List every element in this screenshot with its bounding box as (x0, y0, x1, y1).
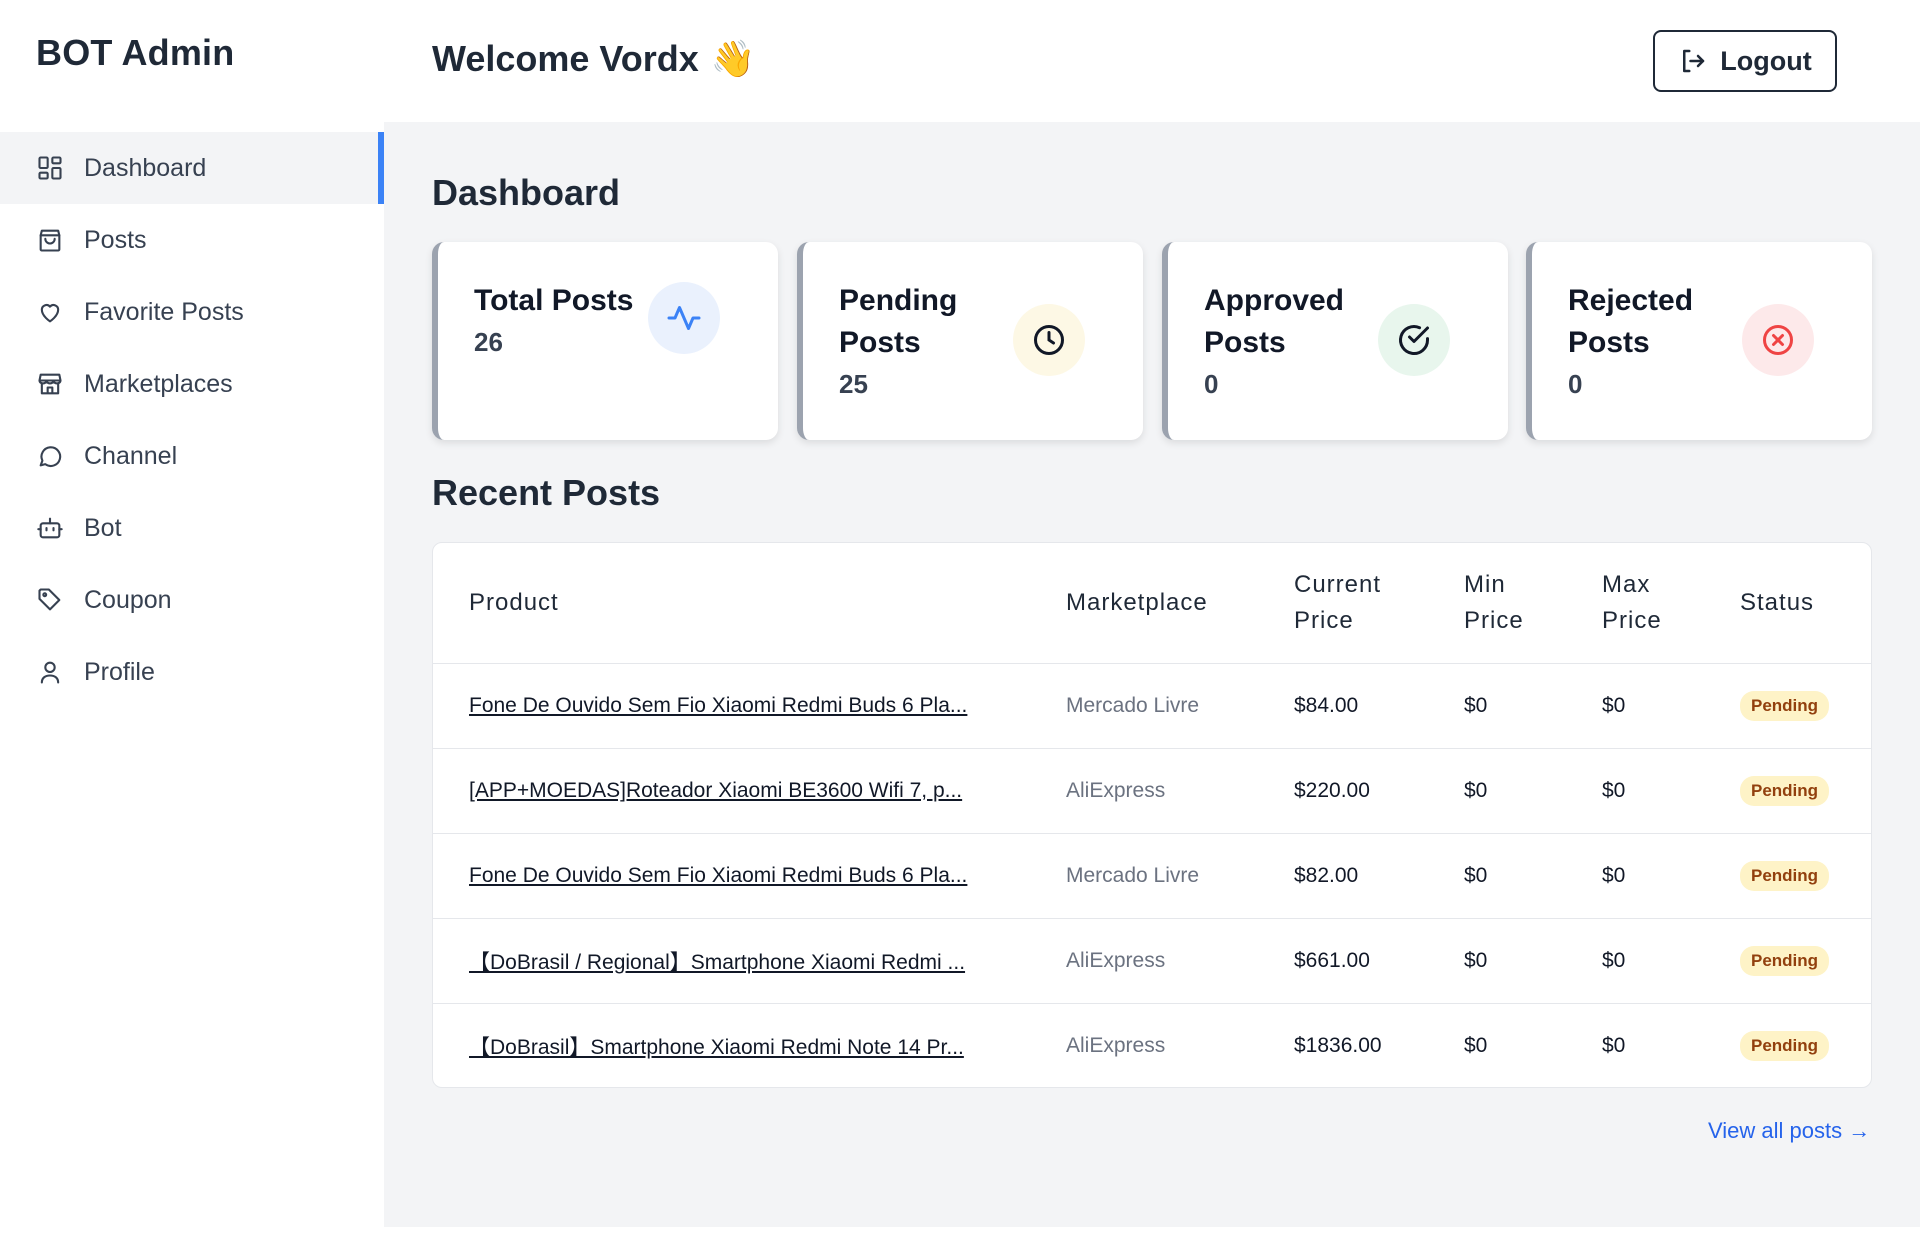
view-all-posts-link[interactable]: View all posts → (1708, 1118, 1870, 1144)
main-content: Dashboard Total Posts 26 Pending Posts 2… (384, 122, 1920, 1227)
sidebar-item-dashboard[interactable]: Dashboard (0, 132, 384, 204)
shopping-bag-icon (36, 226, 64, 254)
user-icon (36, 658, 64, 686)
clock-icon (1013, 304, 1085, 376)
store-icon (36, 370, 64, 398)
table-row: 【DoBrasil / Regional】Smartphone Xiaomi R… (433, 918, 1871, 1004)
current-price-cell: $220.00 (1258, 748, 1428, 834)
table-row: Fone De Ouvido Sem Fio Xiaomi Redmi Buds… (433, 663, 1871, 749)
brand-title: BOT Admin (36, 32, 235, 73)
sidebar-item-label: Posts (84, 225, 147, 254)
stat-card-total-posts: Total Posts 26 (432, 242, 778, 440)
marketplace-cell: Mercado Livre (1030, 663, 1258, 749)
welcome-text: Welcome Vordx (432, 38, 699, 79)
heart-icon (36, 298, 64, 326)
max-price-cell: $0 (1566, 918, 1704, 1004)
stat-card-value: 26 (474, 327, 503, 357)
sidebar-item-label: Favorite Posts (84, 297, 244, 326)
max-price-cell: $0 (1566, 748, 1704, 834)
column-header-marketplace: Marketplace (1030, 543, 1258, 664)
logout-icon (1683, 49, 1705, 73)
status-badge: Pending (1740, 1030, 1830, 1061)
table-header-row: Product Marketplace Current Price Min Pr… (433, 543, 1871, 664)
max-price-cell: $0 (1602, 1033, 1626, 1057)
stat-card-title: Pending Posts (839, 284, 958, 359)
current-price-cell: $1836.00 (1294, 1033, 1382, 1057)
min-price-cell: $0 (1464, 1033, 1488, 1057)
sidebar-item-label: Coupon (84, 585, 172, 614)
status-badge: Pending (1740, 690, 1830, 721)
sidebar-item-label: Bot (84, 513, 122, 542)
check-circle-icon (1378, 304, 1450, 376)
product-link[interactable]: 【DoBrasil】Smartphone Xiaomi Redmi Note 1… (469, 1031, 1030, 1061)
sidebar-nav: Dashboard Posts Favorite Posts Marketpla… (0, 132, 384, 708)
stat-card-approved-posts: Approved Posts 0 (1162, 242, 1508, 440)
current-price-cell: $82.00 (1258, 833, 1428, 919)
sidebar-item-posts[interactable]: Posts (0, 204, 384, 276)
stat-card-value: 0 (1568, 369, 1583, 399)
welcome-heading: Welcome Vordx 👋 (432, 38, 756, 80)
status-badge: Pending (1740, 860, 1830, 891)
status-badge: Pending (1740, 945, 1830, 976)
column-header-status: Status (1704, 543, 1871, 664)
dashboard-icon (36, 154, 64, 182)
sidebar: BOT Admin Dashboard Posts Favorite Posts… (0, 0, 384, 1249)
stat-card-title: Approved Posts (1204, 284, 1345, 359)
sidebar-item-bot[interactable]: Bot (0, 492, 384, 564)
column-header-product: Product (433, 543, 1030, 664)
current-price-cell: $661.00 (1258, 918, 1428, 1004)
logout-button[interactable]: Logout (1653, 30, 1837, 92)
stat-card-pending-posts: Pending Posts 25 (797, 242, 1143, 440)
table-row: 【DoBrasil】Smartphone Xiaomi Redmi Note 1… (433, 1003, 1871, 1087)
page-title: Dashboard (432, 172, 621, 213)
stat-card-rejected-posts: Rejected Posts 0 (1526, 242, 1872, 440)
table-row: Fone De Ouvido Sem Fio Xiaomi Redmi Buds… (433, 833, 1871, 919)
bot-icon (36, 514, 64, 542)
logout-label: Logout (1720, 45, 1812, 76)
marketplace-cell: Mercado Livre (1030, 833, 1258, 919)
marketplace-cell: AliExpress (1030, 748, 1258, 834)
min-price-cell: $0 (1428, 748, 1566, 834)
stat-card-value: 25 (839, 369, 868, 399)
sidebar-item-label: Dashboard (84, 153, 207, 182)
stat-card-title: Rejected Posts (1568, 284, 1694, 359)
product-link[interactable]: 【DoBrasil / Regional】Smartphone Xiaomi R… (469, 946, 1030, 976)
min-price-cell: $0 (1428, 918, 1566, 1004)
column-header-min-price: Min Price (1428, 543, 1566, 664)
stats-cards: Total Posts 26 Pending Posts 25 Approved… (432, 242, 1872, 440)
wave-emoji: 👋 (710, 38, 756, 79)
recent-posts-table: Product Marketplace Current Price Min Pr… (432, 542, 1872, 1088)
sidebar-item-channel[interactable]: Channel (0, 420, 384, 492)
status-badge: Pending (1740, 775, 1830, 806)
min-price-cell: $0 (1428, 833, 1566, 919)
column-header-max-price: Max Price (1566, 543, 1704, 664)
activity-icon (648, 282, 720, 354)
tag-icon (36, 586, 64, 614)
stat-card-title: Total Posts (474, 284, 634, 317)
current-price-cell: $84.00 (1258, 663, 1428, 749)
sidebar-item-label: Channel (84, 441, 178, 470)
recent-posts-title: Recent Posts (432, 472, 661, 513)
sidebar-item-profile[interactable]: Profile (0, 636, 384, 708)
marketplace-cell: AliExpress (1066, 1033, 1166, 1057)
max-price-cell: $0 (1566, 833, 1704, 919)
sidebar-item-coupon[interactable]: Coupon (0, 564, 384, 636)
marketplace-cell: AliExpress (1030, 918, 1258, 1004)
product-link[interactable]: Fone De Ouvido Sem Fio Xiaomi Redmi Buds… (469, 694, 1030, 718)
sidebar-item-marketplaces[interactable]: Marketplaces (0, 348, 384, 420)
sidebar-item-favorite-posts[interactable]: Favorite Posts (0, 276, 384, 348)
product-link[interactable]: Fone De Ouvido Sem Fio Xiaomi Redmi Buds… (469, 864, 1030, 888)
product-link[interactable]: [APP+MOEDAS]Roteador Xiaomi BE3600 Wifi … (469, 779, 1030, 803)
x-circle-icon (1742, 304, 1814, 376)
stat-card-value: 0 (1204, 369, 1219, 399)
table-row: [APP+MOEDAS]Roteador Xiaomi BE3600 Wifi … (433, 748, 1871, 834)
sidebar-item-label: Profile (84, 657, 155, 686)
max-price-cell: $0 (1566, 663, 1704, 749)
min-price-cell: $0 (1428, 663, 1566, 749)
top-header: Welcome Vordx 👋 Logout (384, 0, 1920, 122)
column-header-current-price: Current Price (1258, 543, 1428, 664)
sidebar-item-label: Marketplaces (84, 369, 233, 398)
message-circle-icon (36, 442, 64, 470)
